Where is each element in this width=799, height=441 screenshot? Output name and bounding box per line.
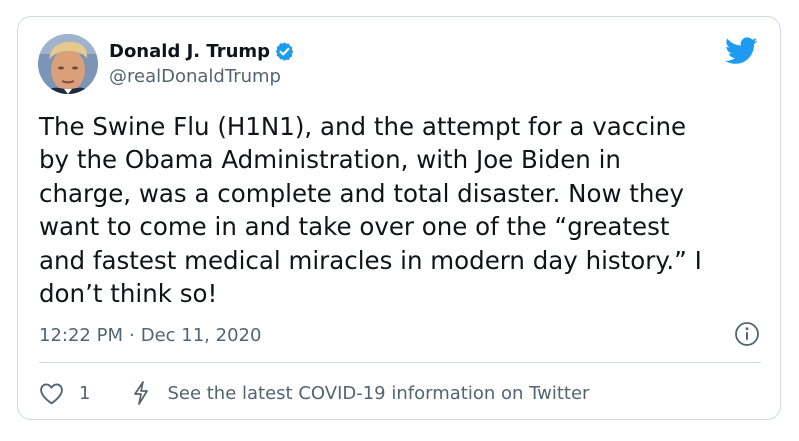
author-info: Donald J. Trump @realDonaldTrump: [109, 38, 295, 87]
tweet-timestamp[interactable]: 12:22 PM · Dec 11, 2020: [39, 321, 761, 349]
covid-info-label: See the latest COVID-19 information on T…: [167, 382, 590, 404]
tweet-actions: 1 See the latest COVID-19 information on…: [39, 375, 589, 411]
twitter-bird-icon[interactable]: [725, 37, 758, 65]
tweet-card: Donald J. Trump @realDonaldTrump The Swi…: [17, 16, 781, 420]
author-handle[interactable]: @realDonaldTrump: [109, 66, 295, 87]
author-display-name[interactable]: Donald J. Trump: [109, 41, 270, 62]
lightning-bolt-icon: [134, 381, 149, 405]
covid-info-link[interactable]: See the latest COVID-19 information on T…: [130, 380, 589, 406]
verified-badge-icon: [275, 41, 294, 61]
info-icon[interactable]: [734, 321, 760, 347]
like-count: 1: [79, 382, 91, 404]
tweet-date: Dec 11, 2020: [140, 324, 262, 346]
tweet-time: 12:22 PM: [39, 324, 123, 346]
tweet-text: The Swine Flu (H1N1), and the attempt fo…: [39, 112, 702, 309]
divider: [39, 362, 761, 363]
avatar[interactable]: [38, 34, 98, 94]
like-button[interactable]: 1: [39, 382, 90, 405]
heart-icon: [40, 383, 63, 404]
timestamp-separator: ·: [128, 324, 135, 346]
avatar-image: [38, 34, 98, 94]
